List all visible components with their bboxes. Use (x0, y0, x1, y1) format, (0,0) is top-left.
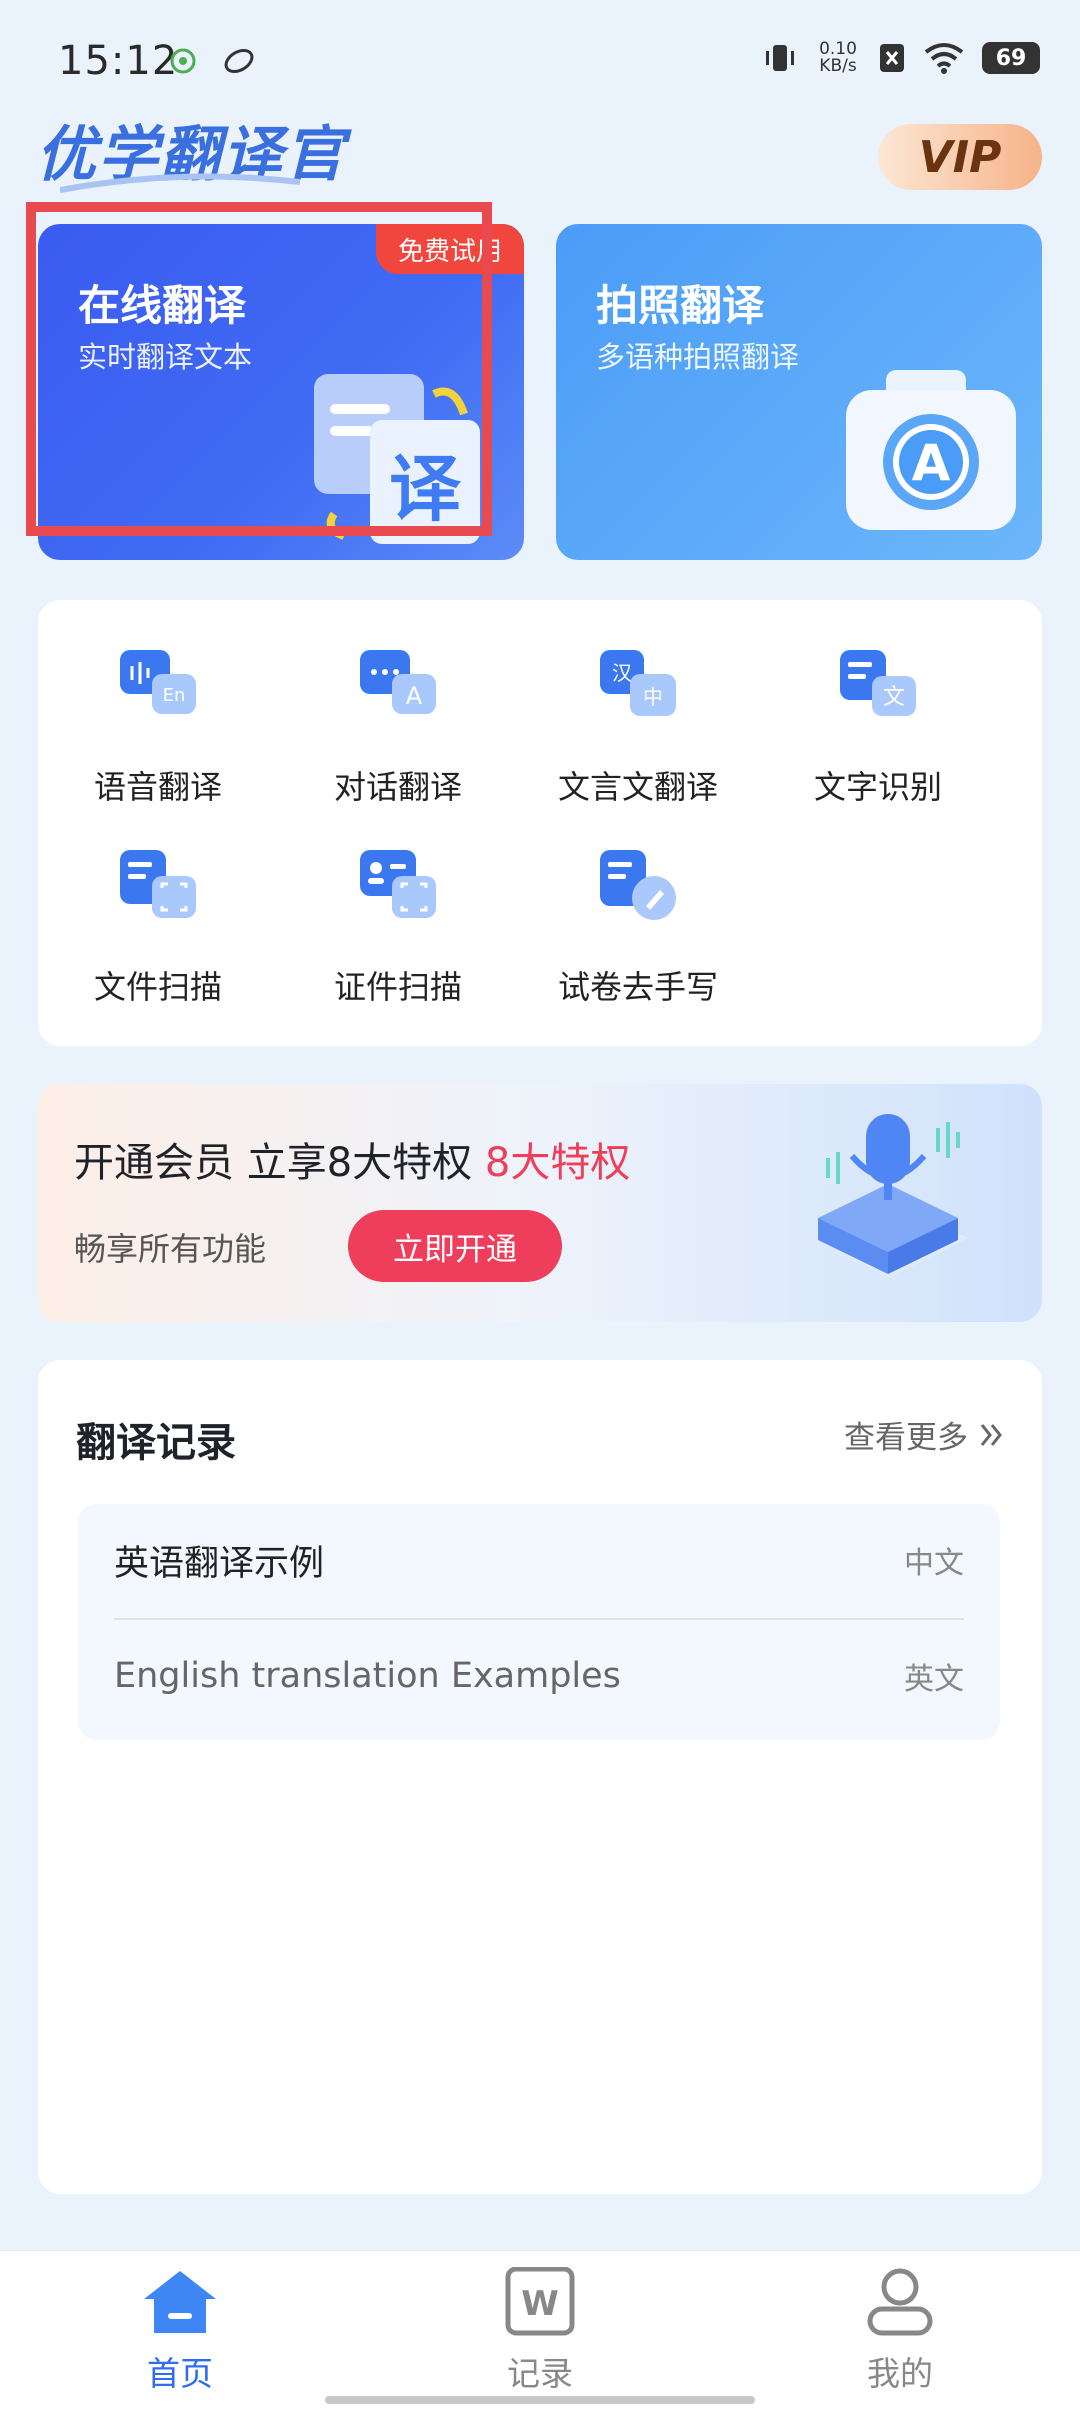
history-item[interactable]: 英语翻译示例 中文 (114, 1504, 964, 1616)
net-speed: 0.10 KB/s (819, 39, 857, 76)
feature-label: 文件扫描 (93, 968, 222, 1006)
svg-text:A: A (406, 682, 423, 710)
feature-voice-translate[interactable]: En 语音翻译 (38, 644, 278, 808)
feature-text-recognition[interactable]: 文 文字识别 (758, 644, 998, 808)
banner-subtitle: 畅享所有功能 (74, 1230, 267, 1268)
history-item-lang: 英文 (904, 1662, 964, 1697)
feature-label: 文字识别 (813, 768, 942, 806)
title-swoosh-decoration (60, 173, 300, 193)
double-chevron-right-icon (980, 1423, 1002, 1446)
text-recognition-icon: 文 (840, 650, 916, 716)
feature-label: 语音翻译 (93, 768, 222, 806)
activate-now-button[interactable]: 立即开通 (348, 1210, 562, 1282)
banner-title-highlight: 8大特权 (484, 1140, 631, 1186)
vip-button[interactable]: VIP (878, 124, 1042, 190)
history-item-text: English translation Examples (114, 1656, 621, 1696)
vip-promo-banner[interactable]: 开通会员 立享8大特权 8大特权 畅享所有功能 立即开通 (38, 1084, 1042, 1322)
nav-item-records[interactable]: W 记录 (440, 2266, 640, 2395)
home-icon (144, 2271, 216, 2333)
nav-label: 记录 (507, 2354, 573, 2393)
nav-item-home[interactable]: 首页 (80, 2267, 280, 2395)
feature-grid: En 语音翻译 A 对话翻译 汉 中 文言文翻译 文 文字识别 文件扫描 证件扫… (38, 600, 1042, 1046)
file-scan-icon (120, 850, 196, 918)
microphone-illustration (808, 1114, 968, 1278)
history-item[interactable]: English translation Examples 英文 (114, 1620, 964, 1732)
classical-translate-icon: 汉 中 (600, 650, 676, 716)
svg-text:文: 文 (883, 685, 905, 710)
profile-icon (867, 2268, 933, 2336)
svg-text:W: W (521, 2284, 559, 2324)
translation-history-panel: 翻译记录 查看更多 英语翻译示例 中文 English translation … (38, 1360, 1042, 2194)
home-indicator[interactable] (325, 2396, 755, 2404)
dialog-translate-icon: A (360, 650, 436, 714)
svg-text:En: En (163, 685, 186, 706)
feature-label: 文言文翻译 (557, 768, 718, 806)
notification-icon (170, 48, 196, 74)
banner-title: 开通会员 立享8大特权 8大特权 (74, 1140, 631, 1186)
battery-indicator: 69 (982, 42, 1040, 74)
camera-icon: A (846, 370, 1016, 530)
nav-label: 首页 (147, 2354, 213, 2393)
vibrate-icon (766, 45, 794, 71)
feature-id-scan[interactable]: 证件扫描 (278, 844, 518, 1008)
history-title: 翻译记录 (76, 1420, 236, 1466)
photo-translate-title: 拍照翻译 (596, 281, 765, 330)
history-list: 英语翻译示例 中文 English translation Examples 英… (78, 1504, 1000, 1740)
nav-label: 我的 (867, 2354, 933, 2393)
selection-highlight-box (26, 202, 492, 536)
photo-translate-card[interactable]: 拍照翻译 多语种拍照翻译 A (556, 224, 1042, 560)
feature-label: 对话翻译 (333, 768, 462, 806)
feature-classical-translate[interactable]: 汉 中 文言文翻译 (518, 644, 758, 808)
remove-handwriting-icon (600, 850, 676, 920)
app-notification-icon (224, 49, 254, 73)
wifi-icon (924, 43, 964, 74)
feature-label: 试卷去手写 (557, 968, 718, 1006)
nav-item-profile[interactable]: 我的 (800, 2267, 1000, 2395)
feature-label: 证件扫描 (333, 968, 462, 1006)
id-scan-icon (360, 850, 436, 918)
records-icon: W (505, 2266, 575, 2336)
svg-text:A: A (912, 434, 951, 492)
view-more-link[interactable]: 查看更多 (844, 1412, 1006, 1457)
sim-off-icon (880, 44, 904, 72)
history-item-text: 英语翻译示例 (114, 1543, 325, 1584)
feature-dialog-translate[interactable]: A 对话翻译 (278, 644, 518, 808)
svg-text:中: 中 (643, 685, 663, 709)
feature-file-scan[interactable]: 文件扫描 (38, 844, 278, 1008)
photo-translate-subtitle: 多语种拍照翻译 (596, 340, 800, 374)
status-bar: 15:12 0.10 KB/s 69 (0, 0, 1080, 120)
bottom-navigation: 首页 W 记录 我的 (0, 2250, 1080, 2409)
svg-text:汉: 汉 (612, 661, 632, 685)
history-item-lang: 中文 (904, 1546, 964, 1581)
voice-translate-icon: En (120, 650, 196, 714)
feature-remove-handwriting[interactable]: 试卷去手写 (518, 844, 758, 1008)
status-time: 15:12 (58, 38, 179, 84)
